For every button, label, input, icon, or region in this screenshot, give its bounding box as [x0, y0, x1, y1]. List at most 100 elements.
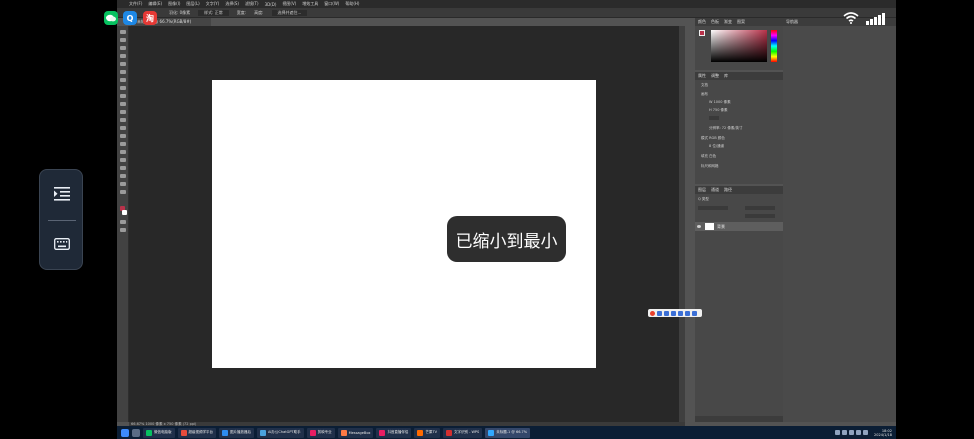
toast-message: 已缩小到最小	[447, 216, 566, 262]
dodge-tool-icon[interactable]	[120, 142, 126, 146]
eraser-tool-icon[interactable]	[120, 118, 126, 122]
ime-punct-icon[interactable]	[664, 310, 669, 316]
tab-patterns[interactable]: 图案	[737, 19, 745, 25]
tab-gradients[interactable]: 渐变	[724, 19, 732, 25]
gradient-tool-icon[interactable]	[120, 126, 126, 130]
menu-select[interactable]: 选择(S)	[225, 1, 239, 7]
shape-tool-icon[interactable]	[120, 174, 126, 178]
quick-select-tool-icon[interactable]	[120, 54, 126, 58]
menu-filter[interactable]: 滤镜(T)	[245, 1, 259, 7]
clock[interactable]: 18:02 2024/1/18	[874, 429, 892, 437]
menu-file[interactable]: 文件(F)	[129, 1, 142, 7]
taskbar-app[interactable]: MessageBox	[337, 427, 374, 438]
move-tool-icon[interactable]	[120, 30, 126, 34]
tab-libraries[interactable]: 库	[724, 73, 728, 79]
taskbar-app-photoshop[interactable]: 未标题-1 @ 66.7%	[485, 427, 531, 438]
menu-3d[interactable]: 3D(D)	[265, 2, 277, 7]
brush-tool-icon[interactable]	[120, 94, 126, 98]
tab-adjustments[interactable]: 调整	[711, 73, 719, 79]
feather-field[interactable]: 羽化: 0像素	[169, 10, 190, 16]
style-select[interactable]: 样式: 正常	[198, 9, 229, 16]
quick-mask-icon[interactable]	[120, 220, 126, 224]
ime-mic-icon[interactable]	[671, 310, 676, 316]
taskbar-app[interactable]: 芒果TV	[414, 427, 440, 438]
crop-tool-icon[interactable]	[120, 62, 126, 66]
taskbar-app[interactable]: 剪映专业	[306, 427, 335, 438]
foreground-swatch[interactable]	[699, 30, 705, 36]
zoom-tool-icon[interactable]	[120, 190, 126, 194]
hand-tool-icon[interactable]	[120, 182, 126, 186]
floating-side-toolbar	[39, 169, 83, 270]
tray-icon[interactable]	[842, 430, 848, 435]
ime-lang-icon[interactable]	[657, 310, 662, 316]
tab-channels[interactable]: 通道	[711, 187, 719, 193]
opacity-field[interactable]	[745, 206, 775, 210]
taskbar-app[interactable]: 微信电脑版	[143, 427, 175, 438]
eyedropper-tool-icon[interactable]	[120, 78, 126, 82]
tab-properties[interactable]: 属性	[698, 73, 706, 79]
depth-select[interactable]: 8 位/通道	[709, 144, 724, 149]
tab-color[interactable]: 颜色	[698, 19, 706, 25]
history-brush-tool-icon[interactable]	[120, 110, 126, 114]
taobao-icon[interactable]: 淘	[143, 11, 157, 25]
taskbar-app[interactable]: AI办公ChatGPT助手	[257, 427, 304, 438]
select-and-mask-button[interactable]: 选择并遮住...	[271, 9, 308, 16]
tab-layers[interactable]: 图层	[698, 187, 706, 193]
keyboard-icon[interactable]	[52, 234, 72, 254]
type-tool-icon[interactable]	[120, 158, 126, 162]
height-field[interactable]: H 750 像素	[709, 108, 728, 113]
menu-layer[interactable]: 图层(L)	[186, 1, 199, 7]
pen-tool-icon[interactable]	[120, 150, 126, 154]
start-icon[interactable]	[121, 428, 129, 437]
network-icon[interactable]	[856, 430, 862, 435]
task-view-icon[interactable]	[132, 428, 140, 437]
marquee-tool-icon[interactable]	[120, 38, 126, 42]
background-color-icon[interactable]	[122, 210, 127, 215]
orientation-toggle[interactable]	[709, 116, 719, 120]
frame-tool-icon[interactable]	[120, 70, 126, 74]
ime-toolbar[interactable]	[648, 309, 702, 317]
screen-mode-icon[interactable]	[120, 228, 126, 232]
blur-tool-icon[interactable]	[120, 134, 126, 138]
mode-select[interactable]: 模式 RGB 颜色	[701, 136, 725, 141]
menu-help[interactable]: 帮助(H)	[345, 1, 359, 7]
hue-slider[interactable]	[771, 30, 777, 62]
ime-logo-icon[interactable]	[650, 310, 655, 316]
ime-menu-icon[interactable]	[692, 310, 697, 316]
fill-field[interactable]	[745, 214, 775, 218]
fill-select[interactable]: 填充 白色	[701, 154, 716, 159]
tray-icon[interactable]	[849, 430, 855, 435]
outline-menu-icon[interactable]	[52, 184, 72, 204]
wechat-icon[interactable]	[104, 11, 118, 25]
healing-brush-tool-icon[interactable]	[120, 86, 126, 90]
menu-image[interactable]: 图像(I)	[168, 1, 180, 7]
tray-icon[interactable]	[835, 430, 841, 435]
layer-row[interactable]: 背景	[695, 222, 783, 231]
ime-skin-icon[interactable]	[685, 310, 690, 316]
width-field[interactable]: W 1000 像素	[709, 100, 731, 105]
taskbar-app[interactable]: 图片播放器后	[219, 427, 254, 438]
layers-footer-buttons[interactable]	[695, 416, 783, 422]
menu-view[interactable]: 视图(V)	[282, 1, 296, 7]
menu-edit[interactable]: 编辑(E)	[148, 1, 162, 7]
taskbar-app[interactable]: 文字识别 - WPS	[442, 427, 483, 438]
blend-mode-select[interactable]	[698, 206, 728, 210]
visibility-eye-icon[interactable]	[697, 225, 701, 228]
volume-icon[interactable]	[863, 430, 869, 435]
ime-keyboard-icon[interactable]	[678, 310, 683, 316]
menu-window[interactable]: 窗口(W)	[324, 1, 339, 7]
path-select-tool-icon[interactable]	[120, 166, 126, 170]
canvas-workspace[interactable]	[129, 26, 679, 422]
clone-stamp-tool-icon[interactable]	[120, 102, 126, 106]
taskbar-app[interactable]: 抖音直播伴侣	[376, 427, 412, 438]
color-picker-field[interactable]	[711, 30, 767, 62]
tab-swatches[interactable]: 色板	[711, 19, 719, 25]
layer-kind-filter[interactable]: Q 类型	[698, 197, 709, 202]
tab-paths[interactable]: 路径	[724, 187, 732, 193]
menu-plugins[interactable]: 增效工具	[302, 1, 318, 7]
menu-type[interactable]: 文字(Y)	[206, 1, 220, 7]
search-app-icon[interactable]: Q	[123, 11, 137, 25]
lasso-tool-icon[interactable]	[120, 46, 126, 50]
workspace-scrollbar[interactable]	[679, 26, 685, 422]
taskbar-app[interactable]: 超级视频学平台	[177, 427, 216, 438]
